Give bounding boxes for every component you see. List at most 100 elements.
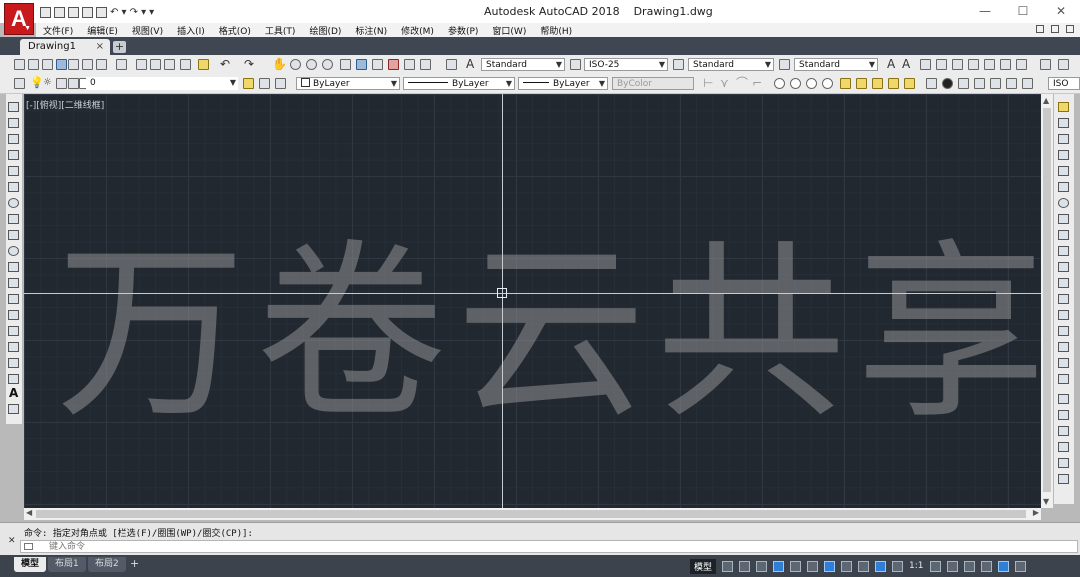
send-back-icon[interactable] [1058, 426, 1069, 436]
layer-plot-icon[interactable] [68, 78, 79, 89]
scroll-down-icon[interactable]: ▼ [1043, 497, 1049, 506]
redo-icon[interactable]: ↷ [244, 57, 254, 71]
command-options-icon[interactable] [24, 543, 33, 550]
workspace-gear-icon[interactable] [929, 560, 941, 572]
customize-qat-icon[interactable]: ▾ [149, 7, 154, 18]
isodraft-icon[interactable] [790, 560, 802, 572]
dim-continue-icon[interactable] [904, 78, 915, 89]
ellipse-icon[interactable] [8, 246, 19, 256]
break-at-point-icon[interactable] [1058, 278, 1069, 288]
menu-view[interactable]: 视图(V) [125, 24, 170, 37]
menu-format[interactable]: 格式(O) [212, 24, 258, 37]
trim-icon[interactable] [1058, 246, 1069, 256]
arc-3point-icon[interactable] [790, 78, 801, 89]
chamfer-icon[interactable] [1058, 326, 1069, 336]
break-icon[interactable] [1058, 294, 1069, 304]
text-frame-icon[interactable] [1016, 59, 1027, 70]
layer-match-icon[interactable] [275, 78, 286, 89]
undo-icon[interactable]: ↶ ▾ [110, 7, 127, 18]
hatch-back-icon[interactable] [1058, 458, 1069, 468]
bring-front-icon[interactable] [1058, 410, 1069, 420]
circle-tool-icon[interactable] [774, 78, 785, 89]
multileader-style-select[interactable]: Standard ▼ [794, 58, 878, 71]
new-tab-button[interactable]: + [113, 41, 126, 53]
add-selected-icon[interactable] [8, 404, 19, 414]
edit-text-icon[interactable] [920, 59, 931, 70]
layer-thaw-sun-icon[interactable]: ☼ [43, 76, 52, 90]
vertical-scrollbar[interactable]: ▲ ▼ [1041, 94, 1053, 508]
open-file-icon[interactable] [54, 6, 65, 18]
maximize-button[interactable]: ☐ [1004, 0, 1042, 23]
dim-angular-icon[interactable] [872, 78, 883, 89]
3d-print-icon[interactable] [116, 59, 127, 70]
publish-icon[interactable] [96, 59, 107, 70]
tab-close-icon[interactable]: × [96, 39, 104, 55]
menu-insert[interactable]: 插入(I) [170, 24, 212, 37]
layer-select[interactable]: 0 ▼ [86, 77, 238, 90]
arc-tool-icon[interactable]: ⌒ [736, 76, 748, 90]
add-layout-button[interactable]: + [130, 557, 139, 570]
text-front-icon[interactable] [1058, 442, 1069, 452]
gradient-icon[interactable] [8, 342, 19, 352]
doc-minimize-icon[interactable] [1036, 25, 1044, 33]
model-space-button[interactable]: 模型 [690, 558, 717, 574]
pan-icon[interactable]: ✋ [272, 57, 287, 71]
ray-tool-icon[interactable]: ⋎ [720, 76, 729, 90]
scroll-up-icon[interactable]: ▲ [1043, 96, 1049, 105]
erase-icon[interactable] [1058, 102, 1069, 112]
line-icon[interactable] [8, 102, 19, 112]
region-icon[interactable] [8, 358, 19, 368]
layer-properties-icon[interactable] [14, 78, 25, 89]
customization-menu-icon[interactable] [1014, 560, 1026, 572]
zoom-realtime-icon[interactable] [290, 59, 301, 70]
text-scale-icon[interactable] [968, 59, 979, 70]
layer-previous-icon[interactable] [259, 78, 270, 89]
viewport-controls-label[interactable]: [-][俯视][二维线框] [26, 98, 104, 111]
paste-icon[interactable] [164, 59, 175, 70]
rotate-icon[interactable] [1058, 198, 1069, 208]
menu-draw[interactable]: 绘图(D) [302, 24, 348, 37]
qnew-icon[interactable] [14, 59, 25, 70]
convert-space-icon[interactable] [1000, 59, 1011, 70]
match-properties-icon[interactable] [180, 59, 191, 70]
lineweight-icon[interactable] [841, 560, 853, 572]
dimension-aligned-icon[interactable] [1058, 59, 1069, 70]
command-close-icon[interactable]: ✕ [8, 536, 16, 546]
polyline-tool-icon[interactable]: ⌐ [752, 76, 762, 90]
markup-icon[interactable] [404, 59, 415, 70]
dim-update-icon[interactable] [1022, 78, 1033, 89]
menu-edit[interactable]: 编辑(E) [80, 24, 125, 37]
color-select[interactable]: ByLayer ▼ [296, 77, 400, 90]
application-menu-button[interactable]: A ▼ [4, 3, 34, 35]
circle-icon[interactable] [8, 198, 19, 208]
tab-drawing1[interactable]: Drawing1 × [20, 39, 110, 55]
copy-object-icon[interactable] [1058, 118, 1069, 128]
dim-text-edit-icon[interactable] [1006, 78, 1017, 89]
inspection-icon[interactable] [958, 78, 969, 89]
donut-tool-icon[interactable] [822, 78, 833, 89]
explode-icon[interactable] [1058, 374, 1069, 384]
auto-scale-icon[interactable] [892, 560, 904, 572]
mirror-icon[interactable] [1058, 134, 1069, 144]
clean-screen-icon[interactable] [997, 560, 1009, 572]
scroll-left-icon[interactable]: ◀ [26, 508, 32, 517]
dim-style-select-2[interactable]: ISO [1048, 77, 1080, 90]
linetype-select[interactable]: ByLayer ▼ [403, 77, 515, 90]
polygon-icon[interactable] [8, 150, 19, 160]
text-style-select[interactable]: Standard ▼ [481, 58, 565, 71]
lineweight-select[interactable]: ByLayer ▼ [518, 77, 608, 90]
scale-icon[interactable] [1058, 214, 1069, 224]
point-icon[interactable] [8, 310, 19, 320]
sheet-set-manager-icon[interactable] [388, 59, 399, 70]
multiline-text-icon[interactable]: A [887, 57, 895, 71]
extend-icon[interactable] [1058, 262, 1069, 272]
single-line-text-icon[interactable]: A [902, 57, 910, 71]
menu-help[interactable]: 帮助(H) [533, 24, 579, 37]
block-editor-icon[interactable] [198, 59, 209, 70]
sheet-set-icon[interactable] [56, 59, 67, 70]
plot-preview-icon[interactable] [82, 59, 93, 70]
save-icon[interactable] [68, 6, 79, 18]
dim-baseline-icon[interactable] [888, 78, 899, 89]
print-icon[interactable] [96, 6, 107, 18]
table-icon[interactable] [8, 374, 19, 384]
